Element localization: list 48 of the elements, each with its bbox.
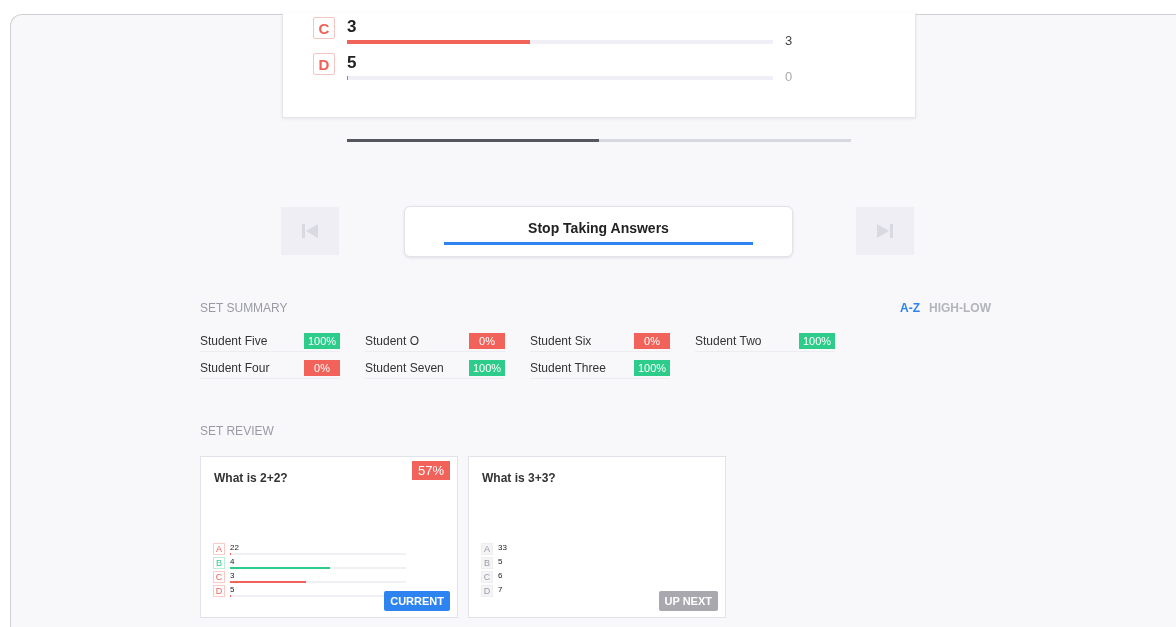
question-card[interactable]: What is 3+3? A 33 B 5 C 6 D 7 UP NEXT bbox=[468, 456, 726, 618]
answer-text: 5 bbox=[230, 585, 236, 594]
student-name: Student Two bbox=[695, 334, 762, 348]
answer-text: 5 bbox=[347, 53, 358, 73]
answer-letter: B bbox=[213, 557, 225, 569]
next-button[interactable] bbox=[856, 207, 914, 255]
answer-text: 33 bbox=[498, 543, 508, 552]
response-count: 0 bbox=[785, 69, 793, 84]
answer-letter: C bbox=[481, 571, 493, 583]
section-title: SET SUMMARY bbox=[200, 301, 288, 315]
question-card[interactable]: What is 2+2? 57% A 22 B 4 C 3 D 5 CURRENT bbox=[200, 456, 458, 618]
student-score: 0% bbox=[304, 360, 340, 376]
answer-letter: C bbox=[313, 17, 335, 39]
response-count: 3 bbox=[785, 33, 793, 48]
answer-letter: D bbox=[481, 585, 493, 597]
stop-taking-answers-button[interactable]: Stop Taking Answers bbox=[404, 206, 793, 257]
student-score: 100% bbox=[799, 333, 835, 349]
question-text: What is 2+2? bbox=[214, 471, 288, 485]
answer-text: 3 bbox=[347, 17, 358, 37]
answer-letter: D bbox=[213, 585, 225, 597]
answer-letter: D bbox=[313, 53, 335, 75]
status-badge: UP NEXT bbox=[658, 591, 718, 611]
answer-letter: A bbox=[481, 543, 493, 555]
answer-letter: A bbox=[213, 543, 225, 555]
answer-text: 7 bbox=[498, 585, 504, 594]
student-score: 100% bbox=[469, 360, 505, 376]
answer-text: 6 bbox=[498, 571, 504, 580]
student-score: 0% bbox=[469, 333, 505, 349]
student-name: Student O bbox=[365, 334, 420, 348]
previous-button[interactable] bbox=[281, 207, 339, 255]
student-name: Student Seven bbox=[365, 361, 444, 375]
answer-letter: C bbox=[213, 571, 225, 583]
answer-text: 22 bbox=[230, 543, 240, 552]
score-badge: 57% bbox=[411, 461, 450, 480]
student-score: 100% bbox=[304, 333, 340, 349]
answer-text: 5 bbox=[498, 557, 504, 566]
student-score: 100% bbox=[634, 360, 670, 376]
answer-letter: B bbox=[481, 557, 493, 569]
student-name: Student Four bbox=[200, 361, 270, 375]
question-text: What is 3+3? bbox=[482, 471, 556, 485]
student-name: Student Three bbox=[530, 361, 606, 375]
section-title: SET REVIEW bbox=[200, 424, 274, 438]
answer-text: 4 bbox=[230, 557, 236, 566]
student-name: Student Six bbox=[530, 334, 592, 348]
student-score: 0% bbox=[634, 333, 670, 349]
answer-text: 3 bbox=[230, 571, 236, 580]
status-badge: CURRENT bbox=[384, 591, 450, 611]
student-name: Student Five bbox=[200, 334, 268, 348]
